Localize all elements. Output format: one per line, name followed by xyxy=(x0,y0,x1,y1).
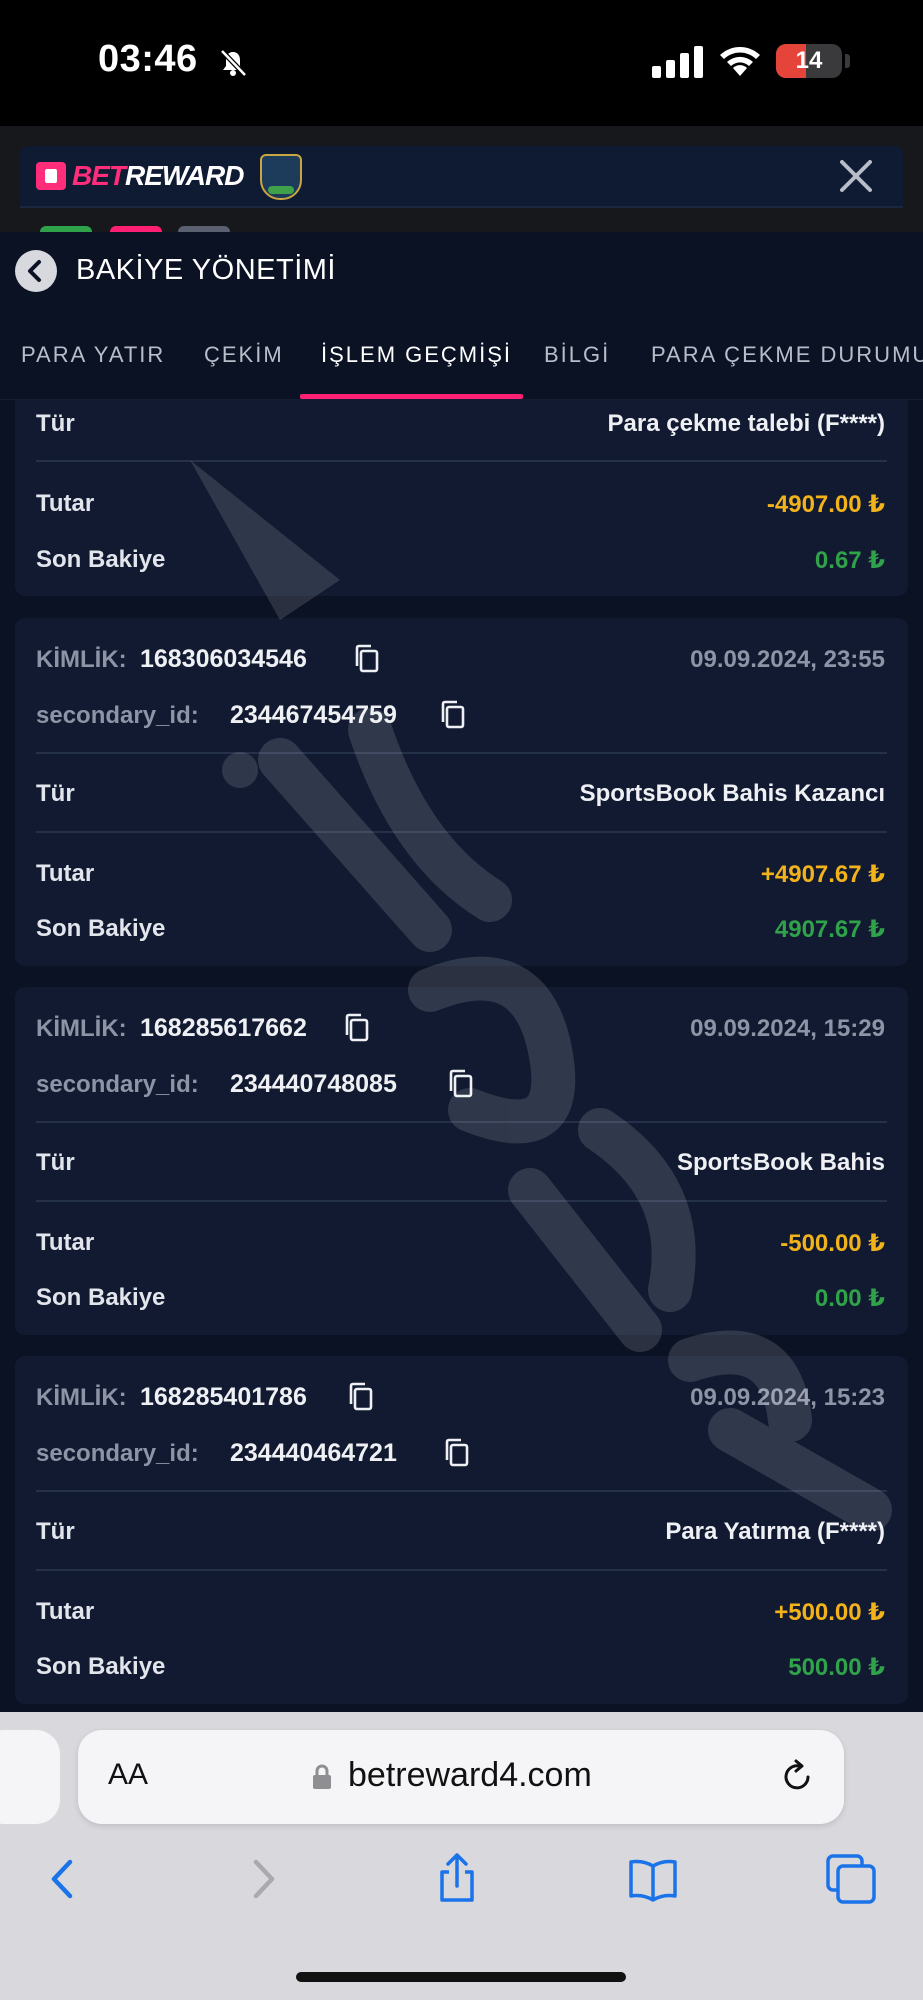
chevron-left-icon xyxy=(28,260,41,282)
copy-icon[interactable] xyxy=(444,1438,470,1468)
tab-transaction-history[interactable]: İŞLEM GEÇMİŞİ xyxy=(321,342,512,368)
row-divider xyxy=(36,460,887,462)
balance-label: Son Bakiye xyxy=(36,915,166,942)
row-divider xyxy=(36,752,887,754)
type-value: SportsBook Bahis xyxy=(676,1149,885,1176)
active-tab-indicator xyxy=(300,394,523,399)
panel-title: BAKİYE YÖNETİMİ xyxy=(76,254,336,286)
id-value: 168285401786 xyxy=(140,1383,307,1411)
type-value: Para Yatırma (F****) xyxy=(665,1518,885,1545)
silent-bell-icon xyxy=(220,49,247,77)
secondary-id-label: secondary_id: xyxy=(36,1440,199,1467)
id-value: 168306034546 xyxy=(140,645,307,673)
amount-value: +4907.67 ₺ xyxy=(760,861,885,888)
amount-value: -500.00 ₺ xyxy=(780,1230,885,1257)
transaction-date: 09.09.2024, 15:23 xyxy=(690,1384,885,1411)
tab-info[interactable]: BİLGİ xyxy=(544,342,610,368)
id-label: KİMLİK: xyxy=(36,1015,127,1042)
secondary-id-value: 234440464721 xyxy=(230,1439,397,1467)
type-value: Para çekme talebi (F****) xyxy=(607,410,885,437)
secondary-id-value: 234467454759 xyxy=(230,701,397,729)
battery-indicator: 14 xyxy=(776,44,842,78)
tab-deposit[interactable]: PARA YATIR xyxy=(21,342,165,368)
back-button[interactable] xyxy=(15,250,57,292)
amount-value: +500.00 ₺ xyxy=(774,1599,885,1626)
back-arrow-icon[interactable] xyxy=(36,1852,90,1906)
balance-value: 4907.67 ₺ xyxy=(774,916,885,943)
row-divider xyxy=(36,1200,887,1202)
type-label: Tür xyxy=(36,1149,75,1176)
balance-label: Son Bakiye xyxy=(36,1653,166,1680)
row-divider xyxy=(36,1569,887,1571)
amount-label: Tutar xyxy=(36,1598,95,1625)
balance-value: 0.67 ₺ xyxy=(814,547,885,574)
row-divider xyxy=(36,831,887,833)
copy-icon[interactable] xyxy=(354,644,380,674)
bookmarks-icon[interactable] xyxy=(626,1852,680,1906)
lock-icon xyxy=(313,1764,331,1789)
tabs-icon[interactable] xyxy=(824,1852,878,1906)
status-time: 03:46 xyxy=(98,38,198,80)
url-text[interactable]: betreward4.com xyxy=(348,1756,592,1795)
close-icon[interactable] xyxy=(836,156,876,196)
share-icon[interactable] xyxy=(430,1852,484,1906)
cellular-signal-icon xyxy=(652,46,703,78)
tab-withdraw[interactable]: ÇEKİM xyxy=(204,342,284,368)
betreward-logo[interactable]: BET REWARD xyxy=(36,158,244,194)
amount-label: Tutar xyxy=(36,860,95,887)
amount-value: -4907.00 ₺ xyxy=(766,491,885,518)
balance-value: 500.00 ₺ xyxy=(788,1654,885,1681)
secondary-id-label: secondary_id: xyxy=(36,702,199,729)
secondary-id-value: 234440748085 xyxy=(230,1070,397,1098)
logo-reward-text: REWARD xyxy=(125,160,244,191)
logo-mark-icon xyxy=(36,162,66,190)
previous-tab-preview[interactable] xyxy=(0,1730,60,1824)
status-bar: 03:46 14 xyxy=(0,0,923,126)
balance-label: Son Bakiye xyxy=(36,1284,166,1311)
transaction-date: 09.09.2024, 15:29 xyxy=(690,1015,885,1042)
wifi-icon xyxy=(720,47,760,76)
id-label: KİMLİK: xyxy=(36,1384,127,1411)
id-label: KİMLİK: xyxy=(36,646,127,673)
tab-withdrawal-status[interactable]: PARA ÇEKME DURUMU xyxy=(651,342,923,368)
home-indicator xyxy=(296,1972,626,1982)
balance-label: Son Bakiye xyxy=(36,546,166,573)
reload-icon[interactable] xyxy=(778,1758,816,1796)
logo-bet-text: BET xyxy=(72,160,126,191)
copy-icon[interactable] xyxy=(348,1382,374,1412)
copy-icon[interactable] xyxy=(440,700,466,730)
row-divider xyxy=(36,1121,887,1123)
battery-tip xyxy=(845,54,850,68)
secondary-id-label: secondary_id: xyxy=(36,1071,199,1098)
copy-icon[interactable] xyxy=(448,1069,474,1099)
id-value: 168285617662 xyxy=(140,1014,307,1042)
license-badge-icon xyxy=(260,154,302,200)
screen: 03:46 14 BET REWARD BAKİYE YÖNETİMİ PARA… xyxy=(0,0,923,2000)
forward-arrow-icon[interactable] xyxy=(236,1852,290,1906)
type-label: Tür xyxy=(36,780,75,807)
amount-label: Tutar xyxy=(36,490,95,517)
balance-value: 0.00 ₺ xyxy=(814,1285,885,1312)
type-label: Tür xyxy=(36,410,75,437)
battery-percent: 14 xyxy=(795,47,823,74)
transaction-date: 09.09.2024, 23:55 xyxy=(690,646,885,673)
site-header-divider xyxy=(20,206,903,208)
page-settings-button[interactable]: AA xyxy=(108,1758,148,1792)
row-divider xyxy=(36,1490,887,1492)
amount-label: Tutar xyxy=(36,1229,95,1256)
type-label: Tür xyxy=(36,1518,75,1545)
type-value: SportsBook Bahis Kazancı xyxy=(579,780,885,807)
copy-icon[interactable] xyxy=(344,1013,370,1043)
